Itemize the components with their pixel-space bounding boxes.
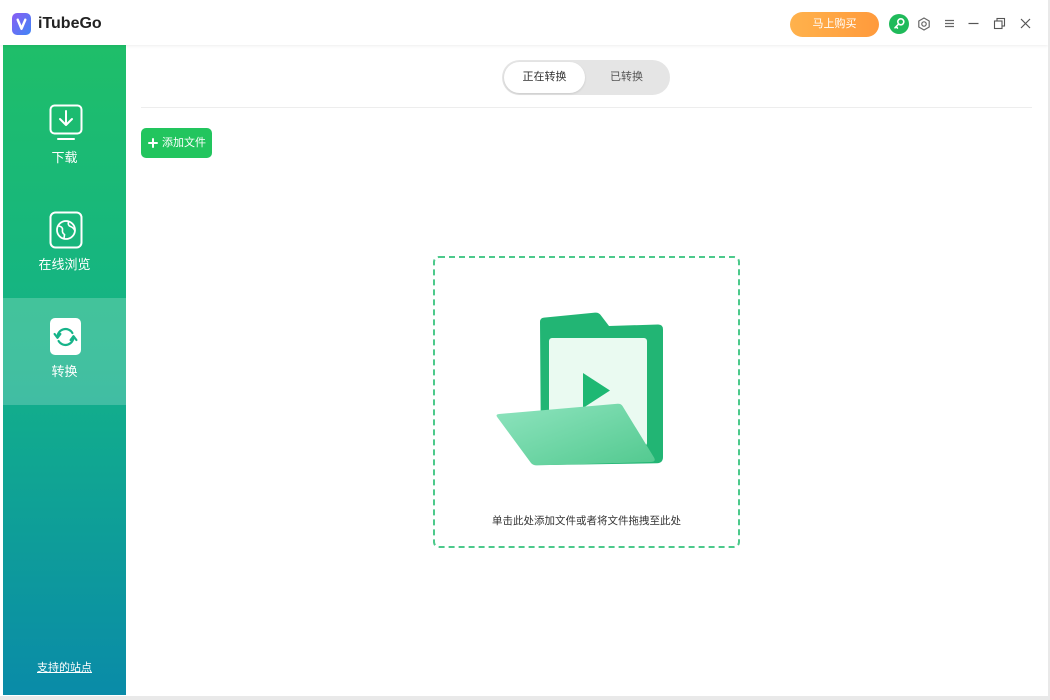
supported-sites-link[interactable]: 支持的站点 — [3, 660, 126, 676]
menu-icon[interactable] — [943, 17, 956, 30]
browser-icon — [49, 211, 83, 249]
conversion-tabs: 正在转换 已转换 — [502, 60, 670, 95]
itubego-logo-icon — [12, 13, 31, 35]
main-panel: 正在转换 已转换 添加文件 单击此处添加文件或者将文件拖拽至此处 — [126, 45, 1048, 696]
divider — [141, 107, 1032, 108]
app-window: iTubeGo 马上购买 下载 在线浏览 转换 支持的站点 正在转换 已转换 添… — [0, 0, 1048, 696]
convert-icon — [49, 318, 83, 356]
title-bar: iTubeGo 马上购买 — [0, 0, 1048, 45]
sidebar-item-label: 在线浏览 — [38, 257, 91, 272]
buy-now-button[interactable]: 马上购买 — [790, 12, 879, 37]
key-icon[interactable] — [889, 14, 909, 34]
app-name: iTubeGo — [38, 15, 102, 32]
add-file-label: 添加文件 — [162, 137, 206, 149]
gear-icon[interactable] — [917, 17, 930, 31]
sidebar-item-browser[interactable]: 在线浏览 — [3, 191, 126, 298]
sidebar: 下载 在线浏览 转换 支持的站点 — [3, 45, 126, 695]
restore-icon[interactable] — [993, 17, 1006, 30]
download-icon — [49, 104, 83, 142]
add-file-button[interactable]: 添加文件 — [141, 128, 212, 158]
sidebar-item-label: 转换 — [51, 364, 78, 379]
sidebar-item-convert[interactable]: 转换 — [3, 298, 126, 405]
tab-converting[interactable]: 正在转换 — [504, 62, 585, 93]
close-icon[interactable] — [1019, 17, 1032, 30]
minimize-icon[interactable] — [967, 17, 980, 30]
video-folder-icon — [495, 308, 665, 468]
sidebar-item-label: 下载 — [51, 150, 78, 165]
tab-converted[interactable]: 已转换 — [585, 62, 668, 93]
drop-zone[interactable]: 单击此处添加文件或者将文件拖拽至此处 — [433, 256, 740, 548]
drop-zone-hint: 单击此处添加文件或者将文件拖拽至此处 — [492, 515, 681, 527]
plus-icon — [148, 138, 158, 148]
sidebar-item-download[interactable]: 下载 — [3, 84, 126, 191]
